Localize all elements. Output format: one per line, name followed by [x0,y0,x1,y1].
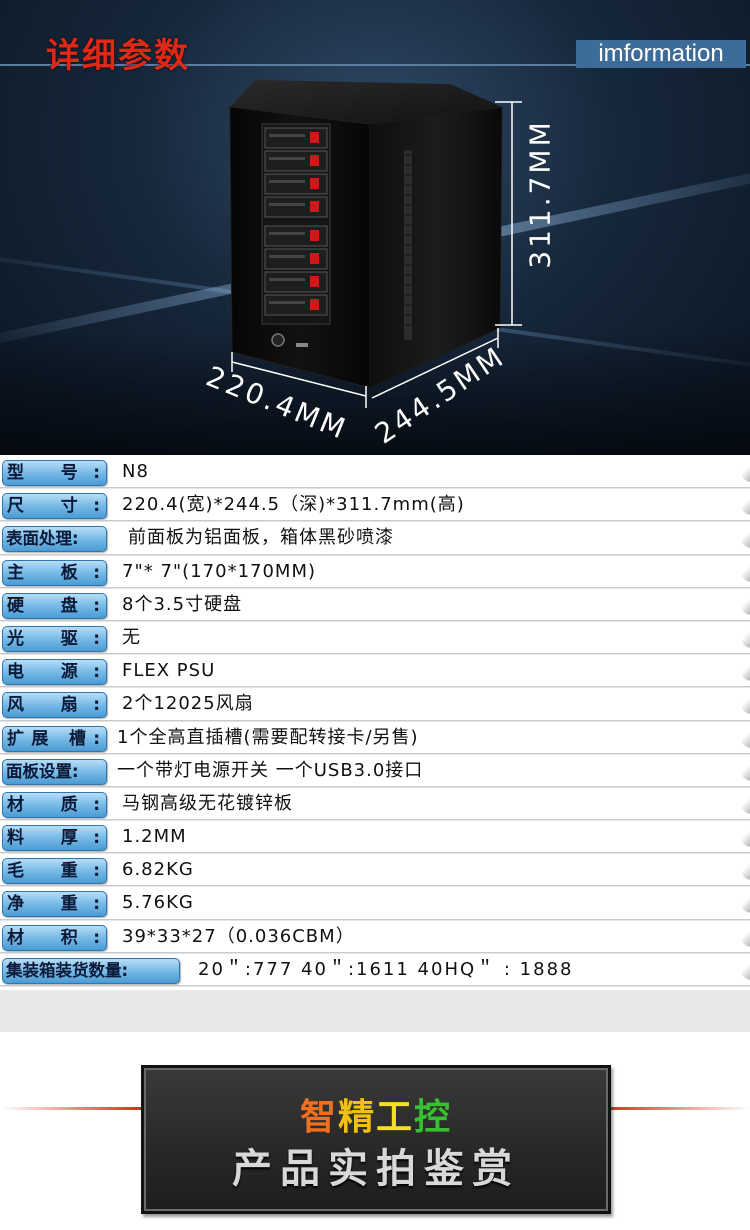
chassis-illustration [229,80,522,408]
spec-row: 硬 盘: 8个3.5寸硬盘 [0,589,750,623]
usb-port-icon [296,343,308,347]
spec-label: 尺 寸: [2,493,107,520]
spec-row: 光 驱: 无 [0,622,750,656]
spec-row: 净 重: 5.76KG [0,887,750,921]
spec-label: 集装箱装货数量: [2,957,180,984]
spec-value: 8个3.5寸硬盘 [122,593,243,615]
spec-row: 扩展 槽: 1个全高直插槽(需要配转接卡/另售) [0,722,750,755]
drive-bay [264,127,328,149]
spec-row: 风 扇: 2个12025风扇 [0,688,750,722]
spec-value: 5.76KG [122,892,194,914]
page-curl [740,495,750,516]
spec-label: 风 扇: [2,692,107,719]
spec-value: 前面板为铝面板，箱体黑砂喷漆 [128,527,394,549]
drive-bay [264,225,328,247]
page-curl [740,528,750,549]
page-curl [740,694,750,715]
spec-label: 主 板: [2,559,107,586]
spec-label: 面板设置: [2,758,107,785]
page-curl [740,793,750,814]
section-divider [0,990,750,1032]
spec-label: 材 质: [2,791,107,818]
spec-label: 硬 盘: [2,592,107,619]
spec-label: 表面处理: [2,526,107,553]
page-curl [740,893,750,914]
spec-value: 1.2MM [122,826,187,848]
drive-bay [264,150,328,172]
spec-value: FLEX PSU [122,660,216,682]
spec-row: 尺 寸: 220.4(宽)*244.5（深)*311.7mm(高) [0,489,750,523]
page-curl [740,594,750,615]
banner-subtitle: 产品实拍鉴赏 [232,1146,520,1192]
spec-row: 材 质: 马钢高级无花镀锌板 [0,788,750,822]
spec-row: 型 号: N8 [0,456,750,490]
spec-value: 无 [122,626,141,648]
spec-value: 39*33*27（0.036CBM） [122,925,355,947]
spec-value: N8 [122,461,149,482]
product-photo-banner: 智精工控 产品实拍鉴赏 [141,1065,611,1214]
accent-line [0,1107,141,1110]
page-curl [740,926,750,947]
drive-bays [261,123,331,325]
spec-value: 20＂:777 40＂:1611 40HQ＂ : 1888 [198,958,574,980]
power-button-icon [271,333,285,347]
page-curl [740,827,750,848]
spec-label: 型 号: [2,460,107,486]
spec-value: 6.82KG [122,859,194,881]
spec-label: 料 厚: [2,825,107,852]
spec-label: 毛 重: [2,858,107,885]
page-curl [740,959,750,980]
height-dimension: 311.7MM [523,119,557,269]
page-curl [740,627,750,648]
spec-value: 马钢高级无花镀锌板 [122,792,293,814]
page-curl [740,661,750,682]
spec-label: 扩展 槽: [2,725,107,752]
spec-row: 电 源: FLEX PSU [0,655,750,689]
drive-bay [264,196,328,218]
spec-row: 面板设置: 一个带灯电源开关 一个USB3.0接口 [0,755,750,789]
page-curl [740,727,750,748]
drive-bay [264,248,328,270]
drive-bay [264,294,328,316]
spec-label: 电 源: [2,659,107,686]
spec-value: 7"* 7"(170*170MM) [122,560,317,582]
page-curl [740,462,750,482]
spec-row: 毛 重: 6.82KG [0,854,750,888]
page-curl [740,860,750,881]
spec-row: 料 厚: 1.2MM [0,821,750,855]
spec-row: 材 积: 39*33*27（0.036CBM） [0,921,750,955]
spec-label: 净 重: [2,891,107,918]
page-curl [740,561,750,582]
accent-line [605,1107,750,1110]
drive-bay [264,271,328,293]
spec-table: 型 号: N8 尺 寸: 220.4(宽)*244.5（深)*311.7mm(高) … [0,456,750,1033]
spec-value: 一个带灯电源开关 一个USB3.0接口 [117,759,424,781]
spec-row: 表面处理: 前面板为铝面板，箱体黑砂喷漆 [0,522,750,556]
spec-value: 1个全高直插槽(需要配转接卡/另售) [117,726,419,748]
spec-value: 220.4(宽)*244.5（深)*311.7mm(高) [122,494,465,516]
spec-label: 材 积: [2,924,107,951]
spec-row: 主 板: 7"* 7"(170*170MM) [0,556,750,589]
page-curl [740,760,750,781]
spec-row: 集装箱装货数量: 20＂:777 40＂:1611 40HQ＂ : 1888 [0,954,750,988]
brand-name: 智精工控 [299,1097,453,1138]
spec-label: 光 驱: [2,625,107,652]
drive-bay [264,173,328,195]
spec-value: 2个12025风扇 [122,693,254,715]
